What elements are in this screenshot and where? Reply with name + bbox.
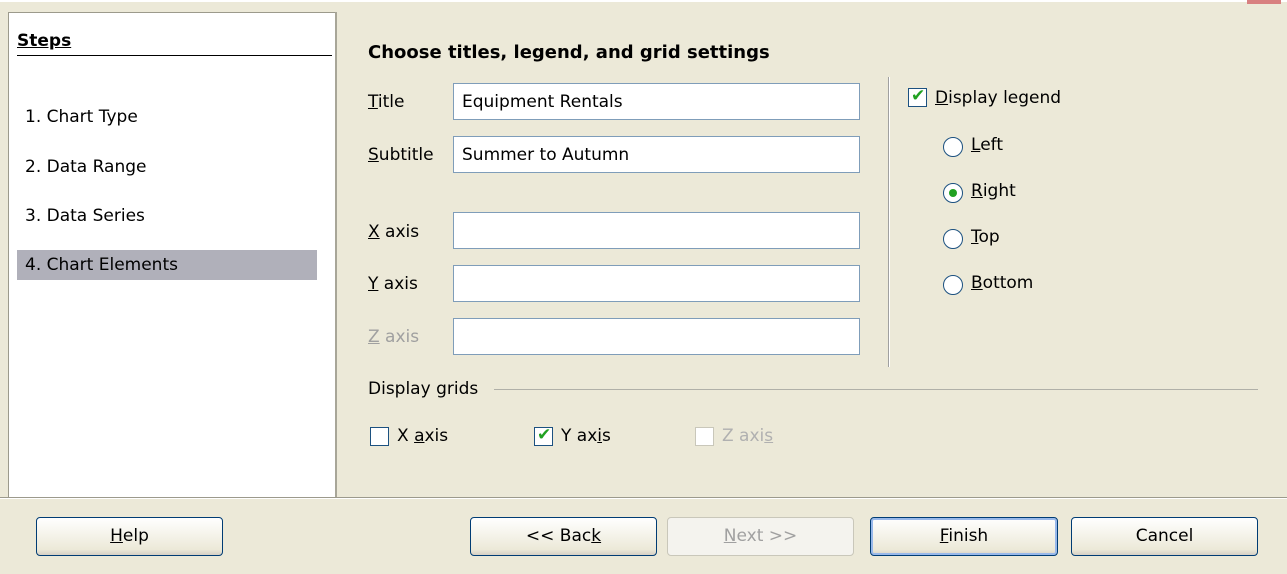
legend-divider-highlight <box>889 77 890 367</box>
grid-z-axis-label[interactable]: Z axis <box>722 426 773 446</box>
grid-z-axis-mnemonic: s <box>764 426 774 446</box>
grid-x-axis-label[interactable]: X axis <box>397 426 448 446</box>
display-legend-label[interactable]: Display legend <box>935 88 1061 108</box>
title-label-mnemonic: T <box>368 92 378 112</box>
step-chart-type[interactable]: 1. Chart Type <box>17 102 317 132</box>
x-axis-label-rest: axis <box>379 222 420 242</box>
legend-bottom-radio[interactable] <box>943 275 963 295</box>
close-accent <box>1247 0 1281 4</box>
legend-top-mnemonic: T <box>971 227 979 247</box>
grid-y-axis-label[interactable]: Y axis <box>561 426 611 446</box>
checkmark-icon: ✔ <box>911 86 926 106</box>
step-data-series[interactable]: 3. Data Series <box>17 201 317 231</box>
y-axis-label-rest: axis <box>378 274 418 294</box>
help-label-rest: elp <box>122 526 149 546</box>
grid-x-axis-label-rest: xis <box>424 426 449 446</box>
steps-title: Steps <box>17 31 72 51</box>
y-axis-input[interactable] <box>453 265 860 302</box>
step-chart-elements[interactable]: 4. Chart Elements <box>17 250 317 280</box>
subtitle-input[interactable] <box>453 136 860 173</box>
grid-x-axis-checkbox[interactable] <box>370 427 389 446</box>
y-axis-label: Y axis <box>368 274 418 294</box>
grid-y-axis-label-prefix: Y ax <box>561 426 598 446</box>
y-axis-label-mnemonic: Y <box>368 274 379 294</box>
legend-right-mnemonic: R <box>971 181 983 201</box>
legend-left-rest: eft <box>980 135 1003 155</box>
legend-left-mnemonic: L <box>971 135 981 155</box>
help-mnemonic: H <box>110 526 123 546</box>
chart-wizard-dialog: Steps 1. Chart Type 2. Data Range 3. Dat… <box>0 0 1287 574</box>
cancel-button[interactable]: Cancel <box>1071 517 1258 556</box>
legend-bottom-mnemonic: B <box>971 273 983 293</box>
legend-left-label[interactable]: Left <box>971 135 1003 155</box>
pane-separator <box>335 12 337 497</box>
grid-x-axis-label-prefix: X <box>397 426 415 446</box>
legend-top-radio[interactable] <box>943 229 963 249</box>
checkmark-icon: ✔ <box>537 425 552 445</box>
z-axis-label: Z axis <box>368 327 419 347</box>
display-legend-rest: isplay legend <box>948 88 1062 108</box>
grid-z-axis-checkbox[interactable] <box>695 427 714 446</box>
z-axis-input[interactable] <box>453 318 860 355</box>
next-mnemonic: N <box>723 526 737 546</box>
steps-rule <box>17 55 332 56</box>
title-label-rest: itle <box>377 92 405 112</box>
legend-bottom-rest: ottom <box>982 273 1034 293</box>
display-grids-rule <box>494 389 1258 390</box>
grid-y-axis-label-rest: s <box>602 426 611 446</box>
title-input[interactable] <box>453 83 860 120</box>
next-label-rest: ext >> <box>736 526 798 546</box>
legend-top-label[interactable]: Top <box>971 227 1000 247</box>
display-legend-mnemonic: D <box>935 88 949 108</box>
display-grids-label: Display grids <box>368 379 479 399</box>
help-button[interactable]: Help <box>36 517 223 556</box>
display-legend-checkbox[interactable]: ✔ <box>908 86 927 107</box>
x-axis-input[interactable] <box>453 212 860 249</box>
grid-y-axis-checkbox[interactable]: ✔ <box>534 425 553 446</box>
finish-label-rest: inish <box>948 526 989 546</box>
subtitle-label-mnemonic: S <box>368 145 379 165</box>
subtitle-label-rest: ubtitle <box>378 145 434 165</box>
legend-right-label[interactable]: Right <box>971 181 1016 201</box>
legend-top-rest: op <box>978 227 1000 247</box>
grid-z-axis-label-prefix: Z axi <box>722 426 765 446</box>
legend-bottom-label[interactable]: Bottom <box>971 273 1033 293</box>
next-button[interactable]: Next >> <box>667 517 854 556</box>
title-label: Title <box>368 92 404 112</box>
back-mnemonic: k <box>591 526 602 546</box>
legend-left-radio[interactable] <box>943 137 963 157</box>
button-bar-separator-highlight <box>0 498 1287 499</box>
x-axis-label-mnemonic: X <box>368 222 380 242</box>
grid-x-axis-mnemonic: a <box>414 426 425 446</box>
back-label-prefix: << Bac <box>525 526 592 546</box>
top-border <box>0 0 1287 2</box>
finish-button[interactable]: Finish <box>870 517 1058 556</box>
legend-right-rest: ight <box>982 181 1016 201</box>
step-data-range[interactable]: 2. Data Range <box>17 152 317 182</box>
z-axis-label-rest: axis <box>379 327 420 347</box>
subtitle-label: Subtitle <box>368 145 434 165</box>
page-title: Choose titles, legend, and grid settings <box>368 42 770 63</box>
z-axis-label-mnemonic: Z <box>368 327 380 347</box>
x-axis-label: X axis <box>368 222 419 242</box>
legend-right-radio[interactable] <box>943 183 963 203</box>
back-button[interactable]: << Back <box>470 517 657 556</box>
radio-selected-dot <box>949 189 957 197</box>
